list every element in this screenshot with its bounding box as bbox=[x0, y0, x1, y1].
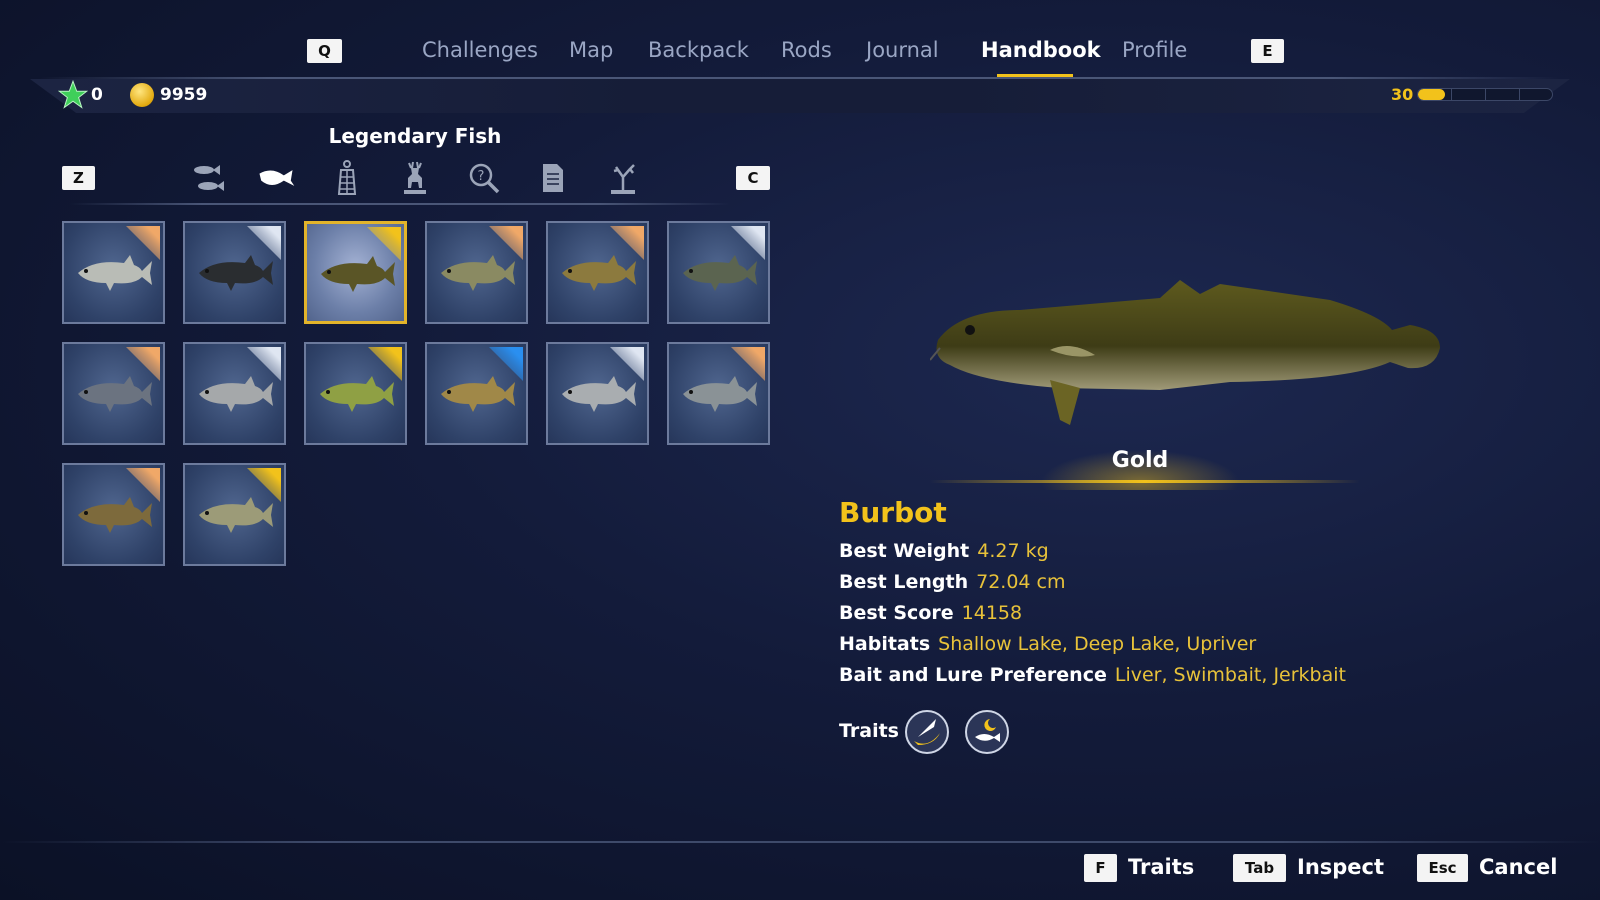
fish-tile-bronze[interactable] bbox=[62, 342, 165, 445]
prev-tab-key[interactable]: Q bbox=[307, 39, 342, 63]
level-progress-bar bbox=[1417, 88, 1553, 101]
fish-icon bbox=[683, 255, 757, 291]
stat-row: Best Length 72.04 cm bbox=[839, 571, 1066, 593]
stat-value: Shallow Lake, Deep Lake, Upriver bbox=[938, 633, 1257, 655]
tab-journal[interactable]: Journal bbox=[866, 38, 939, 62]
tab-map[interactable]: Map bbox=[569, 38, 613, 62]
fish-tile-gold[interactable] bbox=[304, 342, 407, 445]
stat-label: Best Score bbox=[839, 602, 954, 624]
coin-icon bbox=[130, 83, 154, 107]
category-divider bbox=[70, 203, 730, 205]
keepnet-icon[interactable] bbox=[327, 160, 367, 196]
fish-icon bbox=[78, 376, 152, 412]
fish-icon bbox=[562, 376, 636, 412]
fish-tile-bronze[interactable] bbox=[667, 342, 770, 445]
fish-tile-bronze[interactable] bbox=[62, 463, 165, 566]
cancel-button[interactable]: Cancel bbox=[1479, 855, 1557, 879]
fish-school-icon[interactable] bbox=[187, 160, 227, 196]
stars-count: 0 bbox=[91, 85, 103, 105]
dead-tree-icon[interactable] bbox=[603, 160, 643, 196]
stat-value: 72.04 cm bbox=[976, 571, 1066, 593]
prev-category-key[interactable]: Z bbox=[62, 166, 95, 190]
fish-tile-bronze[interactable] bbox=[546, 221, 649, 324]
fish-icon bbox=[562, 255, 636, 291]
traits-label: Traits bbox=[839, 720, 899, 742]
coins-count: 9959 bbox=[160, 85, 208, 105]
level-number: 30 bbox=[1391, 85, 1414, 104]
traits-button[interactable]: Traits bbox=[1128, 855, 1194, 879]
inspect-key[interactable]: Tab bbox=[1233, 854, 1286, 882]
fish-tile-silver[interactable] bbox=[183, 221, 286, 324]
fish-night-moon-icon[interactable] bbox=[965, 710, 1009, 754]
fish-tile-diamond[interactable] bbox=[425, 342, 528, 445]
fish-tile-gold[interactable] bbox=[304, 221, 407, 324]
stat-row: Best Weight 4.27 kg bbox=[839, 540, 1049, 562]
fish-icon bbox=[320, 376, 394, 412]
fish-tile-bronze[interactable] bbox=[425, 221, 528, 324]
stat-row: Habitats Shallow Lake, Deep Lake, Upriver bbox=[839, 633, 1256, 655]
fish-icon bbox=[683, 376, 757, 412]
stat-row: Best Score 14158 bbox=[839, 602, 1022, 624]
fish-icon bbox=[199, 497, 273, 533]
level-progress-fill bbox=[1418, 89, 1445, 100]
stat-label: Best Length bbox=[839, 571, 969, 593]
traits-key[interactable]: F bbox=[1084, 854, 1117, 882]
document-icon[interactable] bbox=[533, 160, 573, 196]
fish-tile-silver[interactable] bbox=[667, 221, 770, 324]
fish-icon bbox=[321, 256, 395, 292]
star-icon bbox=[58, 80, 88, 109]
fish-icon bbox=[199, 255, 273, 291]
tab-handbook[interactable]: Handbook bbox=[981, 38, 1101, 62]
fish-icon bbox=[441, 376, 515, 412]
stat-label: Habitats bbox=[839, 633, 931, 655]
magnifier-question-icon[interactable]: ? bbox=[464, 160, 504, 196]
footer-divider bbox=[0, 841, 1600, 843]
category-title: Legendary Fish bbox=[328, 124, 502, 148]
tab-rods[interactable]: Rods bbox=[781, 38, 832, 62]
stat-value: Liver, Swimbait, Jerkbait bbox=[1114, 664, 1346, 686]
burbot-fish-image bbox=[930, 280, 1440, 425]
stat-row: Bait and Lure Preference Liver, Swimbait,… bbox=[839, 664, 1346, 686]
deer-trophy-icon[interactable] bbox=[395, 160, 435, 196]
svg-text:?: ? bbox=[478, 169, 485, 184]
divider bbox=[40, 77, 1560, 79]
fish-icon bbox=[78, 255, 152, 291]
tab-profile[interactable]: Profile bbox=[1122, 38, 1187, 62]
fish-icon bbox=[199, 376, 273, 412]
next-tab-key[interactable]: E bbox=[1251, 39, 1284, 63]
stat-label: Best Weight bbox=[839, 540, 970, 562]
inspect-button[interactable]: Inspect bbox=[1297, 855, 1384, 879]
fish-icon bbox=[78, 497, 152, 533]
cancel-key[interactable]: Esc bbox=[1417, 854, 1468, 882]
fish-icon bbox=[441, 255, 515, 291]
stat-value: 14158 bbox=[961, 602, 1023, 624]
fish-tile-gold[interactable] bbox=[183, 463, 286, 566]
next-category-key[interactable]: C bbox=[736, 166, 770, 190]
status-bar bbox=[30, 79, 1570, 113]
legendary-fish-icon[interactable] bbox=[256, 160, 296, 196]
fish-tile-bronze[interactable] bbox=[62, 221, 165, 324]
tab-backpack[interactable]: Backpack bbox=[648, 38, 749, 62]
fish-tile-silver[interactable] bbox=[183, 342, 286, 445]
stat-label: Bait and Lure Preference bbox=[839, 664, 1107, 686]
tab-challenges[interactable]: Challenges bbox=[422, 38, 538, 62]
stat-value: 4.27 kg bbox=[977, 540, 1049, 562]
fish-tile-silver[interactable] bbox=[546, 342, 649, 445]
rank-label: Gold bbox=[1111, 448, 1169, 473]
fish-name: Burbot bbox=[839, 496, 947, 529]
fish-bite-day-icon[interactable] bbox=[905, 710, 949, 754]
